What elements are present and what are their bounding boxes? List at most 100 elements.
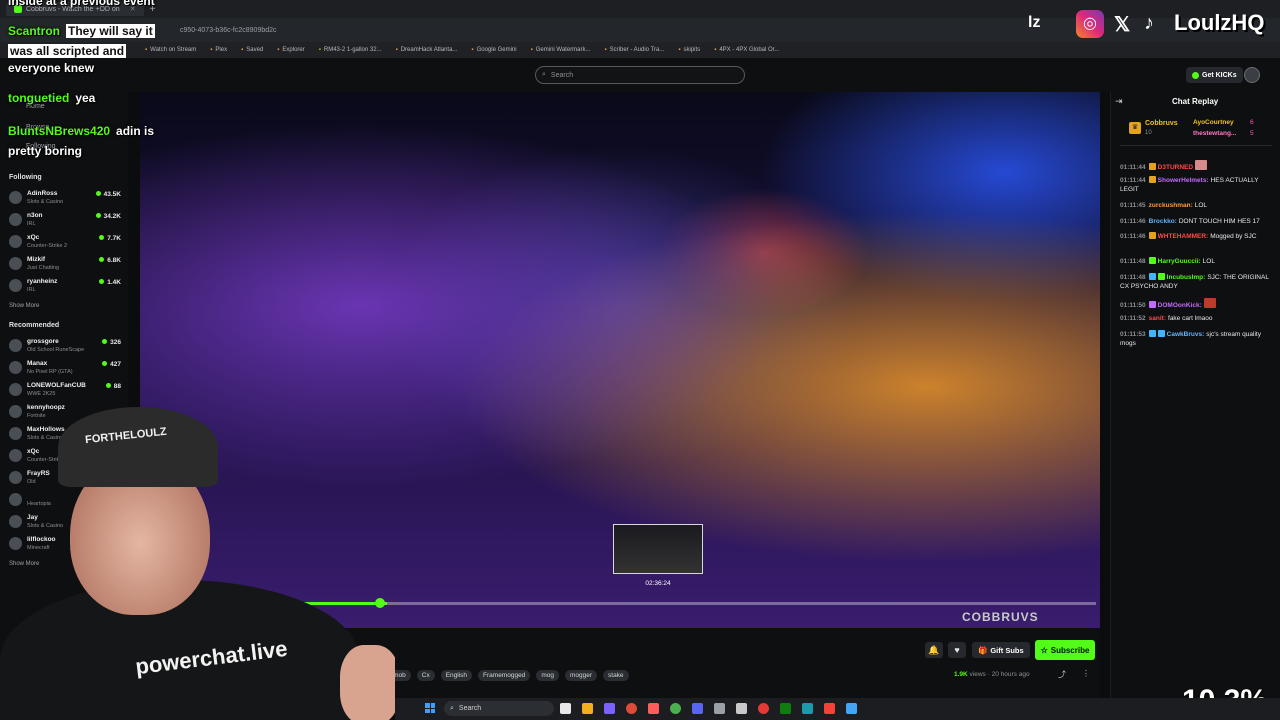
- streamer-cap: [58, 407, 218, 487]
- badge-icon: [1148, 257, 1156, 264]
- tag-list: cobbmob Cx English Framemogged mog mogge…: [374, 670, 629, 681]
- overlay-chat-user: Scantron: [8, 24, 61, 38]
- sidebar-channel[interactable]: Mizkif Just Chatting 6.8K: [9, 254, 121, 274]
- chat-timestamp: 01:11:44: [1120, 177, 1146, 184]
- following-title: Following: [9, 174, 42, 181]
- taskbar-app-icon[interactable]: [736, 703, 747, 714]
- sidebar-channel[interactable]: grossgore Old School RuneScape 326: [9, 336, 121, 356]
- discord-icon[interactable]: [692, 703, 703, 714]
- top-gifter-name[interactable]: AyoCourtney: [1193, 119, 1234, 126]
- bookmark-item[interactable]: Gemini Watermark...: [531, 47, 591, 53]
- emote-icon: [1195, 160, 1208, 170]
- channel-category: Old School RuneScape: [27, 347, 85, 353]
- get-kicks-button[interactable]: Get KICKs: [1186, 67, 1243, 83]
- chat-username[interactable]: sanit:: [1149, 315, 1166, 322]
- chat-username[interactable]: WHTEHAMMER:: [1158, 233, 1209, 240]
- overlay-chat-line: pretty boring: [8, 144, 82, 158]
- channel-category: IRL: [27, 287, 36, 293]
- bookmark-item[interactable]: Explorer: [277, 47, 304, 53]
- taskbar-search[interactable]: ⌕ Search: [444, 701, 554, 716]
- top-gifter-name[interactable]: thestewtang...: [1193, 130, 1236, 137]
- chat-username[interactable]: DOMOonKick:: [1158, 302, 1202, 309]
- kicks-coin-icon: [1192, 71, 1199, 79]
- overlay-chat-text: yea: [75, 91, 96, 105]
- webcam-overlay: FORTHELOULZ powerchat.live: [0, 395, 395, 720]
- tag[interactable]: mogger: [564, 670, 598, 681]
- chat-username[interactable]: ShowerHelmets:: [1158, 177, 1209, 184]
- taskbar-app-icon[interactable]: [560, 703, 571, 714]
- chat-timestamp: 01:11:52: [1120, 315, 1146, 322]
- chat-username[interactable]: D3TURNED: [1158, 164, 1193, 171]
- bookmark-item[interactable]: Scriber - Audio Tra...: [605, 47, 665, 53]
- badge-icon: [1148, 273, 1156, 280]
- chat-username[interactable]: Brockko:: [1149, 218, 1177, 225]
- avatar: [9, 339, 22, 352]
- sidebar-channel[interactable]: n3on IRL 34.2K: [9, 210, 121, 230]
- windows-icon[interactable]: [425, 703, 435, 713]
- chat-username[interactable]: HarryGuuccii:: [1158, 258, 1201, 265]
- bookmark-item[interactable]: DreamHack Atlanta...: [396, 47, 458, 53]
- chat-message: 01:11:45 zurckushman: LOL: [1120, 201, 1272, 210]
- chat-username[interactable]: zurckushman:: [1149, 202, 1193, 209]
- chat-username[interactable]: Incubuslmp:: [1167, 274, 1206, 281]
- taskbar-app-icon[interactable]: [824, 703, 835, 714]
- x-icon: 𝕏: [1114, 14, 1131, 36]
- sidebar-channel[interactable]: AdinRoss Slots & Casino 43.5K: [9, 188, 121, 208]
- chat-timestamp: 01:11:53: [1120, 331, 1146, 338]
- bookmark-item[interactable]: Google Gemini: [471, 47, 517, 53]
- taskbar-app-icon[interactable]: [846, 703, 857, 714]
- seek-preview-time: 02:36:24: [645, 580, 671, 587]
- sidebar-channel[interactable]: ryanheinz IRL 1.4K: [9, 276, 121, 296]
- bookmarks-bar: Watch on Stream Plex Saved Explorer RM43…: [0, 42, 1280, 58]
- more-icon[interactable]: ⋮: [1082, 669, 1090, 678]
- taskbar-app-icon[interactable]: [802, 703, 813, 714]
- taskbar-app-icon[interactable]: [758, 703, 769, 714]
- recommended-title: Recommended: [9, 322, 60, 329]
- overlay-chat-line: tonguetied yea: [8, 91, 95, 105]
- bookmark-item[interactable]: Watch on Stream: [145, 47, 196, 53]
- view-count: 1.9K: [954, 671, 968, 678]
- avatar: [9, 361, 22, 374]
- chrome-icon[interactable]: [626, 703, 637, 714]
- overlay-chat-user: BluntsNBrews420: [8, 124, 111, 138]
- taskbar-app-icon[interactable]: [648, 703, 659, 714]
- tag[interactable]: stake: [603, 670, 629, 681]
- social-handle: LoulzHQ: [1174, 10, 1265, 35]
- bookmark-item[interactable]: RM43-2 1-gallon 32...: [319, 47, 382, 53]
- channel-category: Just Chatting: [27, 265, 60, 271]
- xbox-icon[interactable]: [780, 703, 791, 714]
- channel-category: IRL: [27, 221, 36, 227]
- notification-bell-button[interactable]: 🔔: [925, 642, 943, 658]
- avatar: [9, 235, 22, 248]
- taskbar-app-icon[interactable]: [604, 703, 615, 714]
- taskbar-app-icon[interactable]: [670, 703, 681, 714]
- sidebar-channel[interactable]: Manax No Pixel RP (GTA) 427: [9, 358, 121, 378]
- tag[interactable]: Cx: [416, 670, 435, 681]
- viewer-count: 6.8K: [99, 257, 121, 264]
- search-input[interactable]: ⌕ Search: [535, 66, 745, 84]
- tag[interactable]: English: [440, 670, 473, 681]
- gift-subs-button[interactable]: 🎁 Gift Subs: [972, 642, 1030, 658]
- sidebar-channel[interactable]: xQc Counter-Strike 2 7.7K: [9, 232, 121, 252]
- share-icon[interactable]: ⤴: [1058, 669, 1066, 680]
- user-avatar[interactable]: [1244, 67, 1260, 83]
- overlay-chat-text: They will say it: [66, 24, 155, 38]
- bookmark-item[interactable]: skipits: [678, 47, 701, 53]
- file-explorer-icon[interactable]: [582, 703, 593, 714]
- follow-heart-button[interactable]: ♥: [948, 642, 966, 658]
- collapse-icon[interactable]: ⇥: [1115, 96, 1123, 107]
- chat-message: 01:11:48 HarryGuuccii: LOL: [1120, 257, 1272, 266]
- subscribe-button[interactable]: ☆ Subscribe: [1035, 640, 1095, 660]
- bookmark-item[interactable]: Saved: [241, 47, 263, 53]
- bookmark-item[interactable]: 4PX - 4PX Global Or...: [714, 47, 779, 53]
- chat-text: DONT TOUCH HIM HES 17: [1178, 218, 1260, 225]
- viewer-count: 88: [106, 383, 121, 390]
- chat-timestamp: 01:11:48: [1120, 274, 1146, 281]
- chat-text: LOL: [1202, 258, 1215, 265]
- chat-username[interactable]: CawkBruvs:: [1167, 331, 1205, 338]
- taskbar-app-icon[interactable]: [714, 703, 725, 714]
- bookmark-item[interactable]: Plex: [210, 47, 227, 53]
- show-more-following[interactable]: Show More: [9, 303, 39, 309]
- tag[interactable]: mog: [536, 670, 559, 681]
- tag[interactable]: Framemogged: [478, 670, 531, 681]
